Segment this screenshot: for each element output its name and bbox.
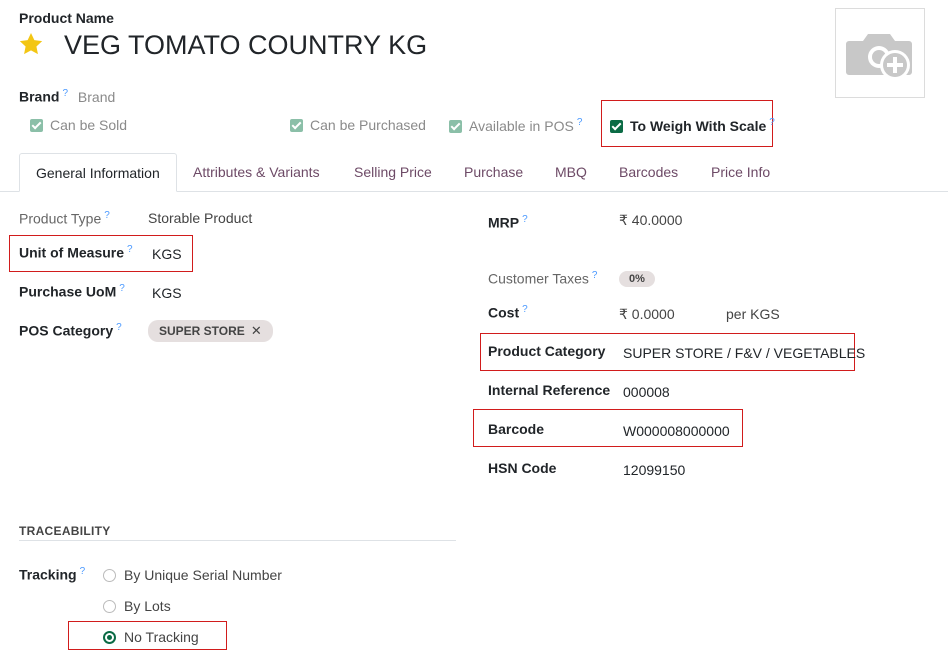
uom-label: Unit of Measure bbox=[19, 244, 125, 261]
product-category-value[interactable]: SUPER STORE / F&V / VEGETABLES bbox=[623, 345, 865, 361]
tracking-option-label: By Lots bbox=[124, 598, 171, 614]
tab-barcodes[interactable]: Barcodes bbox=[619, 153, 678, 192]
tracking-row: Tracking? bbox=[19, 566, 85, 583]
help-icon[interactable]: ? bbox=[522, 214, 528, 225]
barcode-value[interactable]: W000008000000 bbox=[623, 423, 730, 439]
help-icon[interactable]: ? bbox=[592, 270, 598, 281]
tab-price-info[interactable]: Price Info bbox=[711, 153, 770, 192]
checkbox-icon[interactable] bbox=[30, 119, 43, 132]
help-icon[interactable]: ? bbox=[80, 566, 86, 577]
to-weigh-with-scale-checkbox[interactable]: To Weigh With Scale? bbox=[610, 117, 775, 134]
radio-button[interactable] bbox=[103, 600, 116, 613]
product-type-row: Product Type? bbox=[19, 210, 110, 227]
purchase-uom-value[interactable]: KGS bbox=[152, 285, 182, 301]
customer-taxes-value: 0% bbox=[619, 271, 655, 287]
cost-value[interactable]: ₹ 0.0000 bbox=[619, 306, 675, 323]
brand-field: Brand? Brand bbox=[19, 88, 115, 105]
help-icon[interactable]: ? bbox=[119, 283, 125, 294]
radio-button[interactable] bbox=[103, 569, 116, 582]
help-icon[interactable]: ? bbox=[62, 88, 68, 99]
cost-row: Cost? bbox=[488, 304, 528, 321]
can-be-sold-label: Can be Sold bbox=[50, 117, 128, 133]
mrp-label: MRP bbox=[488, 214, 520, 231]
to-weigh-with-scale-label: To Weigh With Scale bbox=[630, 117, 767, 134]
checkbox-icon[interactable] bbox=[449, 119, 462, 133]
help-icon[interactable]: ? bbox=[577, 117, 583, 128]
cost-label: Cost bbox=[488, 304, 520, 321]
can-be-purchased-checkbox[interactable]: Can be Purchased bbox=[290, 117, 426, 133]
purchase-uom-label: Purchase UoM bbox=[19, 283, 117, 300]
pos-category-label: POS Category bbox=[19, 322, 114, 339]
tab-attributes-variants[interactable]: Attributes & Variants bbox=[193, 153, 320, 192]
favorite-star-icon[interactable] bbox=[18, 31, 44, 60]
uom-value[interactable]: KGS bbox=[152, 246, 182, 262]
mrp-value[interactable]: ₹ 40.0000 bbox=[619, 212, 682, 229]
product-image-upload[interactable] bbox=[835, 8, 925, 98]
checkbox-icon[interactable] bbox=[290, 119, 303, 132]
product-type-value[interactable]: Storable Product bbox=[148, 210, 252, 226]
pos-category-row: POS Category? bbox=[19, 322, 122, 339]
tracking-option-lots[interactable]: By Lots bbox=[103, 598, 171, 614]
pos-category-tag[interactable]: SUPER STORE ✕ bbox=[148, 320, 273, 342]
tracking-option-none[interactable]: No Tracking bbox=[103, 629, 199, 645]
tab-purchase[interactable]: Purchase bbox=[464, 153, 523, 192]
help-icon[interactable]: ? bbox=[522, 304, 528, 315]
customer-taxes-tag[interactable]: 0% bbox=[619, 269, 655, 287]
tab-selling-price[interactable]: Selling Price bbox=[354, 153, 432, 192]
help-icon[interactable]: ? bbox=[127, 244, 133, 255]
hsn-code-value[interactable]: 12099150 bbox=[623, 462, 685, 478]
tracking-option-serial[interactable]: By Unique Serial Number bbox=[103, 567, 282, 583]
product-category-label: Product Category bbox=[488, 343, 606, 359]
camera-add-icon bbox=[846, 34, 912, 80]
can-be-sold-checkbox[interactable]: Can be Sold bbox=[30, 117, 127, 133]
hsn-code-label: HSN Code bbox=[488, 460, 557, 476]
purchase-uom-row: Purchase UoM? bbox=[19, 283, 125, 300]
available-in-pos-checkbox[interactable]: Available in POS? bbox=[449, 117, 582, 134]
can-be-purchased-label: Can be Purchased bbox=[310, 117, 426, 133]
brand-input[interactable]: Brand bbox=[78, 89, 115, 105]
help-icon[interactable]: ? bbox=[104, 210, 110, 221]
close-icon[interactable]: ✕ bbox=[251, 323, 262, 338]
tracking-option-label: By Unique Serial Number bbox=[124, 567, 282, 583]
tab-general-information[interactable]: General Information bbox=[19, 153, 177, 192]
product-name-field[interactable]: VEG TOMATO COUNTRY KG bbox=[64, 30, 427, 61]
barcode-label: Barcode bbox=[488, 421, 545, 437]
brand-label: Brand bbox=[19, 88, 60, 105]
product-name-label: Product Name bbox=[19, 10, 114, 26]
tracking-option-label: No Tracking bbox=[124, 629, 199, 645]
internal-reference-label: Internal Reference bbox=[488, 382, 611, 398]
product-type-label: Product Type bbox=[19, 210, 102, 227]
tab-mbq[interactable]: MBQ bbox=[555, 153, 587, 192]
cost-unit: per KGS bbox=[726, 306, 780, 322]
mrp-row: MRP? bbox=[488, 214, 528, 231]
pos-category-tag-label: SUPER STORE bbox=[159, 324, 245, 338]
help-icon[interactable]: ? bbox=[769, 117, 775, 128]
section-divider bbox=[19, 540, 456, 541]
notebook-tabs: General Information Attributes & Variant… bbox=[0, 153, 948, 192]
radio-button-selected[interactable] bbox=[103, 631, 116, 644]
help-icon[interactable]: ? bbox=[116, 322, 122, 333]
traceability-section-title: TRACEABILITY bbox=[19, 524, 111, 538]
checkbox-icon[interactable] bbox=[610, 119, 623, 133]
internal-reference-value[interactable]: 000008 bbox=[623, 384, 670, 400]
uom-row: Unit of Measure? bbox=[19, 244, 133, 261]
customer-taxes-label: Customer Taxes bbox=[488, 270, 589, 287]
customer-taxes-row: Customer Taxes? bbox=[488, 270, 597, 287]
available-in-pos-label: Available in POS bbox=[469, 117, 574, 134]
tracking-label: Tracking bbox=[19, 566, 77, 583]
